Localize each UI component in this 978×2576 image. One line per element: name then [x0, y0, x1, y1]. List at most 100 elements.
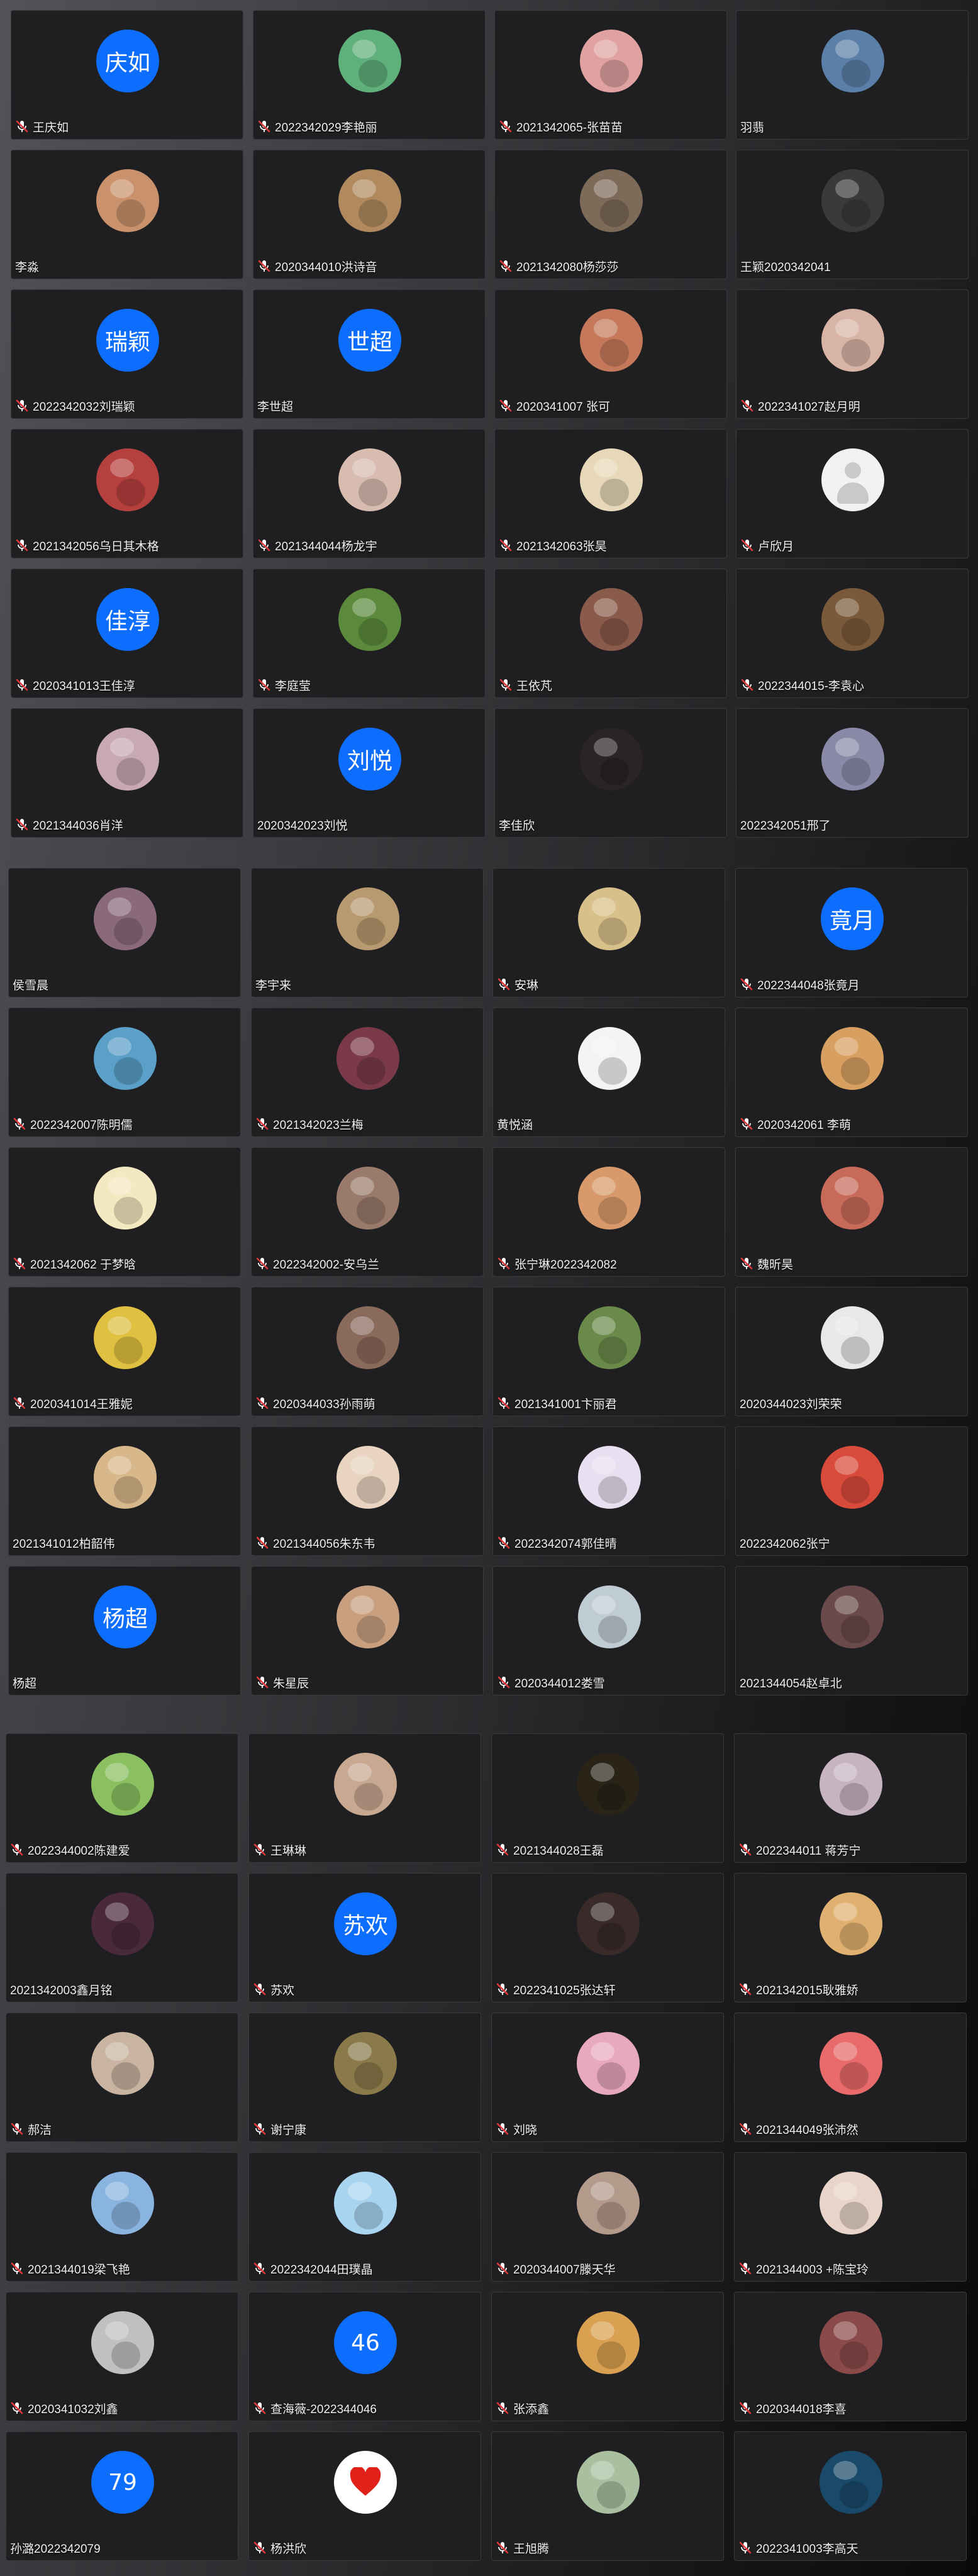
participant-nameplate: 2020341032刘鑫	[10, 2399, 118, 2417]
mic-muted-icon	[11, 2123, 23, 2135]
participant-tile[interactable]: 2022342002-安乌兰	[251, 1147, 484, 1277]
participant-tile[interactable]: 李庭莹	[253, 569, 486, 698]
participant-tile[interactable]: 2021344028王磊	[491, 1733, 724, 1863]
participant-tile[interactable]: 2021342023兰梅	[251, 1008, 484, 1137]
participant-tile[interactable]: 瑞颖 2022342032刘瑞颖	[11, 289, 243, 419]
participant-tile[interactable]: 魏昕昊	[735, 1147, 968, 1277]
participant-tile[interactable]: 2021344003 +陈宝玲	[734, 2152, 967, 2282]
mic-muted-icon	[499, 539, 512, 552]
participant-tile[interactable]: 2020344012娄雪	[492, 1566, 725, 1696]
participant-tile[interactable]: 2022341025张达轩	[491, 1873, 724, 2002]
profile-photo-avatar	[821, 1446, 884, 1509]
participant-tile[interactable]: 2021341001卞丽君	[492, 1287, 725, 1416]
participant-tile[interactable]: 谢宁康	[248, 2012, 481, 2142]
participant-tile[interactable]: 2020341014王雅妮	[8, 1287, 241, 1416]
participant-tile[interactable]: 王依芃	[494, 569, 727, 698]
participant-tile[interactable]: 2021342062 于梦晗	[8, 1147, 241, 1277]
participant-tile[interactable]: 2022342029李艳丽	[253, 10, 486, 140]
participant-tile[interactable]: 郝洁	[6, 2012, 238, 2142]
participant-tile[interactable]: 李淼	[11, 150, 243, 279]
participant-name: 郝洁	[28, 2123, 52, 2137]
participant-tile[interactable]: 刘晓	[491, 2012, 724, 2142]
participant-tile[interactable]: 朱星辰	[251, 1566, 484, 1696]
participant-tile[interactable]: 2021344044杨龙宇	[253, 429, 486, 558]
mic-muted-icon	[739, 1843, 752, 1856]
participant-tile[interactable]: 2021342063张昊	[494, 429, 727, 558]
participant-tile[interactable]: 2021342056乌日其木格	[11, 429, 243, 558]
participant-name: 刘晓	[513, 2123, 538, 2137]
participant-tile[interactable]: 卢欣月	[736, 429, 969, 558]
participant-name: 2021344028王磊	[513, 1844, 604, 1858]
participant-tile[interactable]: 2021342003鑫月铭	[6, 1873, 238, 2002]
participant-tile[interactable]: 2022341027赵月明	[736, 289, 969, 419]
participant-tile[interactable]: 2021344056朱东韦	[251, 1426, 484, 1556]
participant-tile[interactable]: 2021342065-张苗苗	[494, 10, 727, 140]
participant-name: 2020344012娄雪	[514, 1677, 605, 1690]
mic-muted-icon	[496, 2402, 509, 2414]
participant-tile[interactable]: 苏欢 苏欢	[248, 1873, 481, 2002]
participant-tile[interactable]: 2020344010洪诗音	[253, 150, 486, 279]
participant-tile[interactable]: 王旭腾	[491, 2431, 724, 2561]
participant-tile[interactable]: 2020344033孙雨萌	[251, 1287, 484, 1416]
participant-tile[interactable]: 李佳欣	[494, 708, 727, 838]
participant-nameplate: 2022341003李高天	[738, 2539, 859, 2557]
participant-tile[interactable]: 46 查海薇-2022344046	[248, 2292, 481, 2421]
participant-tile[interactable]: 2021344049张沛然	[734, 2012, 967, 2142]
profile-photo-avatar	[580, 169, 643, 232]
participant-tile[interactable]: 2022344002陈建爱	[6, 1733, 238, 1863]
participant-tile[interactable]: 2020341007 张可	[494, 289, 727, 419]
mic-muted-icon	[13, 1397, 26, 1409]
participant-tile[interactable]: 王颖2020342041	[736, 150, 969, 279]
participant-tile[interactable]: 2022344011 蒋芳宁	[734, 1733, 967, 1863]
mic-muted-icon	[253, 1983, 266, 1996]
participant-tile[interactable]: 安琳	[492, 868, 725, 997]
participant-name: 王琳琳	[270, 1844, 307, 1858]
participant-tile[interactable]: 2021344036肖洋	[11, 708, 243, 838]
participant-tile[interactable]: 世超 李世超	[253, 289, 486, 419]
participant-tile[interactable]: 2022344015-李袁心	[736, 569, 969, 698]
mic-muted-icon	[258, 120, 270, 133]
participant-nameplate: 王依芃	[499, 676, 552, 694]
participant-tile[interactable]: 79 孙潞2022342079	[6, 2431, 238, 2561]
participant-tile[interactable]: 2020344023刘荣荣	[735, 1287, 968, 1416]
participant-tile[interactable]: 2021342015耿雅娇	[734, 1873, 967, 2002]
participant-tile[interactable]: 张宁琳2022342082	[492, 1147, 725, 1277]
participant-tile[interactable]: 庆如 王庆如	[11, 10, 243, 140]
participant-tile[interactable]: 2022341003李高天	[734, 2431, 967, 2561]
participant-tile[interactable]: 李宇来	[251, 868, 484, 997]
participant-tile[interactable]: 2022342007陈明儒	[8, 1008, 241, 1137]
participant-tile[interactable]: 2021344054赵卓北	[735, 1566, 968, 1696]
participant-nameplate: 杨洪欣	[253, 2539, 306, 2557]
mic-muted-icon	[11, 2262, 23, 2275]
participant-tile[interactable]: 2022342074郭佳晴	[492, 1426, 725, 1556]
participant-tile[interactable]: 杨洪欣	[248, 2431, 481, 2561]
mic-muted-icon	[253, 2123, 266, 2135]
participant-tile[interactable]: 2020344018李喜	[734, 2292, 967, 2421]
participant-tile[interactable]: 2021344019梁飞艳	[6, 2152, 238, 2282]
participant-tile[interactable]: 2022342044田璞晶	[248, 2152, 481, 2282]
participant-tile[interactable]: 佳淳 2020341013王佳淳	[11, 569, 243, 698]
participant-tile[interactable]: 2020341032刘鑫	[6, 2292, 238, 2421]
participant-tile[interactable]: 竟月 2022344048张竟月	[735, 868, 968, 997]
participant-tile[interactable]: 2022342062张宁	[735, 1426, 968, 1556]
participant-nameplate: 2021341012柏韶伟	[13, 1534, 115, 1552]
participant-name: 2022341025张达轩	[513, 1984, 616, 1997]
participant-tile[interactable]: 羽翡	[736, 10, 969, 140]
participant-tile[interactable]: 2020344007滕天华	[491, 2152, 724, 2282]
profile-photo-avatar	[336, 1167, 399, 1230]
participant-nameplate: 李淼	[15, 257, 39, 275]
participant-tile[interactable]: 张添鑫	[491, 2292, 724, 2421]
participant-tile[interactable]: 2022342051邢了	[736, 708, 969, 838]
text-avatar: 46	[334, 2311, 397, 2374]
profile-photo-avatar	[338, 588, 401, 651]
participant-nameplate: 查海薇-2022344046	[253, 2399, 377, 2417]
participant-tile[interactable]: 杨超 杨超	[8, 1566, 241, 1696]
participant-tile[interactable]: 2020342061 李萌	[735, 1008, 968, 1137]
participant-tile[interactable]: 王琳琳	[248, 1733, 481, 1863]
participant-tile[interactable]: 2021341012柏韶伟	[8, 1426, 241, 1556]
participant-tile[interactable]: 侯雪晨	[8, 868, 241, 997]
participant-tile[interactable]: 黄悦涵	[492, 1008, 725, 1137]
participant-tile[interactable]: 2021342080杨莎莎	[494, 150, 727, 279]
participant-name: 李淼	[15, 260, 40, 274]
participant-tile[interactable]: 刘悦 2020342023刘悦	[253, 708, 486, 838]
